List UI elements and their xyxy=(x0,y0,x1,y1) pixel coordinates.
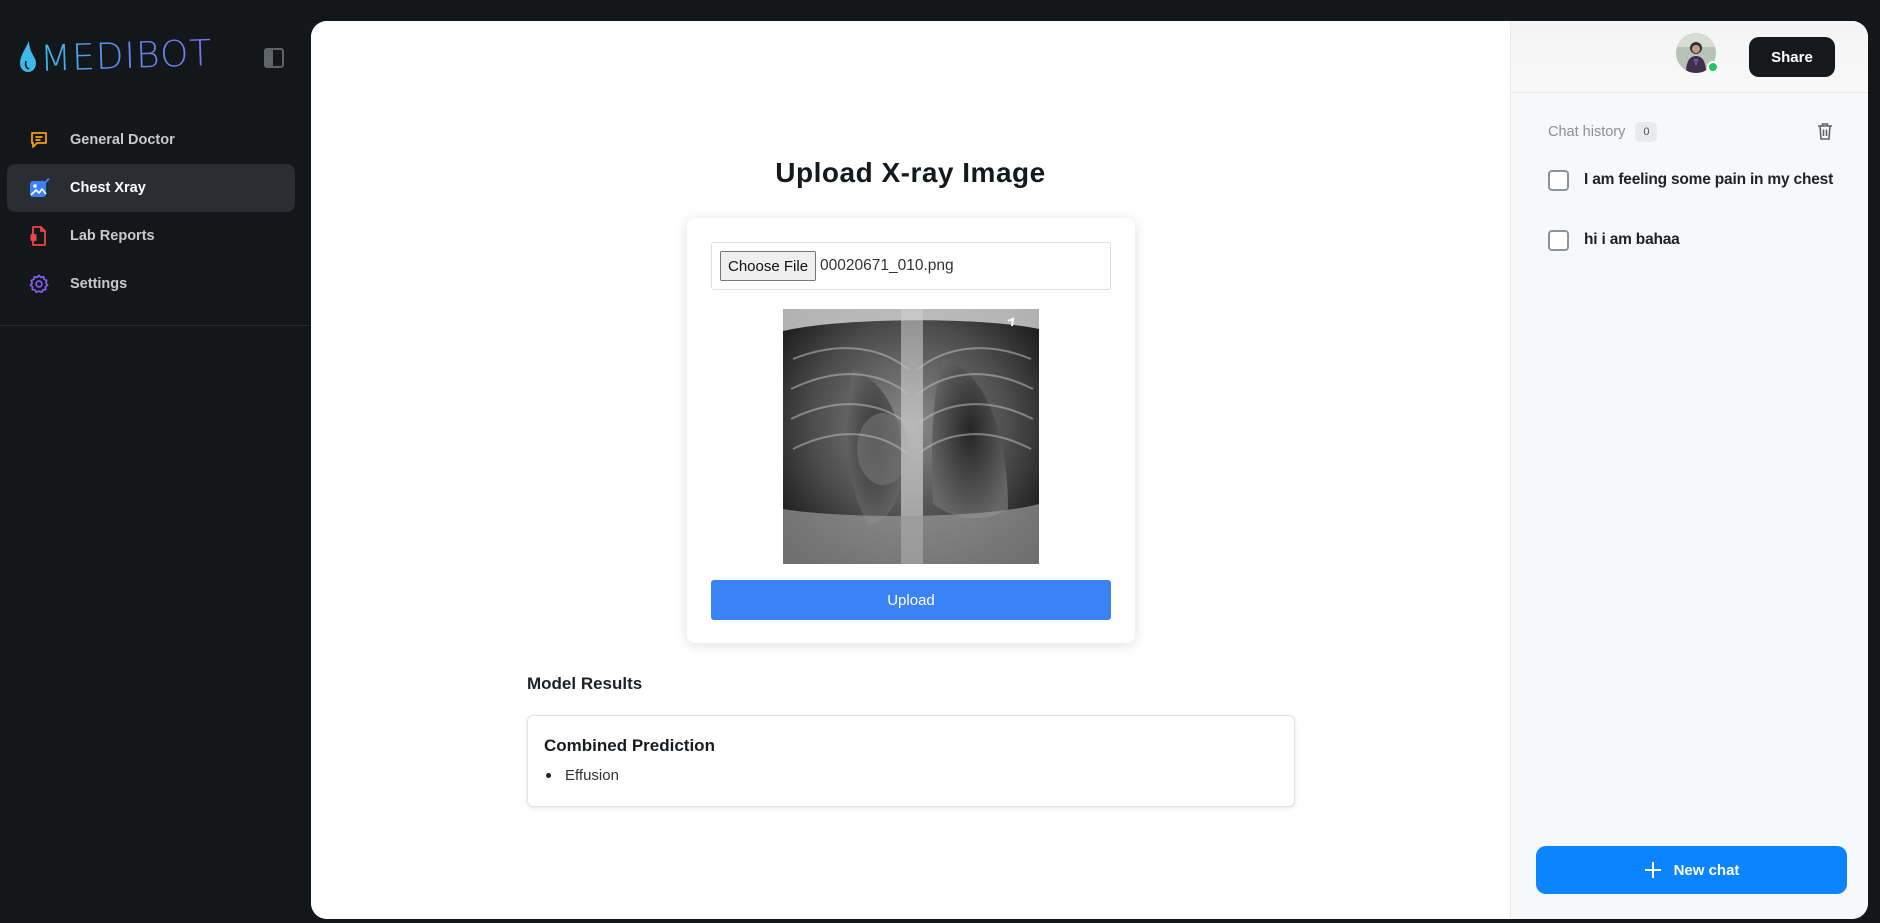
sidebar: MEDIBOT General Doctor Chest Xray Lab Re… xyxy=(0,0,310,923)
sidebar-nav: General Doctor Chest Xray Lab Reports Se… xyxy=(7,116,295,308)
prediction-title: Combined Prediction xyxy=(544,736,715,755)
history-count-badge: 0 xyxy=(1635,122,1658,142)
plus-icon xyxy=(1644,862,1661,878)
chat-history-header: Chat history 0 xyxy=(1548,122,1658,142)
list-item: Effusion xyxy=(544,767,619,784)
selected-file-name: 00020671_010.png xyxy=(820,257,954,274)
sidebar-item-label: Chest Xray xyxy=(70,180,146,196)
online-status-indicator xyxy=(1707,61,1719,73)
sidebar-item-lab-reports[interactable]: Lab Reports xyxy=(7,212,295,260)
results-heading: Model Results xyxy=(527,674,643,693)
sidebar-toggle-icon[interactable] xyxy=(264,48,284,68)
sidebar-item-general-doctor[interactable]: General Doctor xyxy=(7,116,295,164)
history-checkbox[interactable] xyxy=(1548,229,1569,251)
sidebar-item-label: General Doctor xyxy=(70,132,175,148)
sidebar-divider xyxy=(0,325,310,326)
history-item-text: I am feeling some pain in my chest xyxy=(1584,171,1834,188)
new-chat-label: New chat xyxy=(1673,861,1740,879)
prediction-list: Effusion xyxy=(544,767,619,784)
sidebar-item-label: Settings xyxy=(70,276,128,292)
new-chat-button[interactable]: New chat xyxy=(1536,846,1847,894)
sidebar-item-settings[interactable]: Settings xyxy=(7,260,295,308)
share-button[interactable]: Share xyxy=(1749,37,1835,77)
document-icon xyxy=(28,225,50,247)
chat-history-label: Chat history xyxy=(1548,124,1626,140)
xray-content: Upload X-ray Image Choose File 00020671_… xyxy=(311,21,1510,919)
chat-history-panel: Share Chat history 0 I am feeling some p… xyxy=(1510,21,1868,919)
upload-button[interactable]: Upload xyxy=(711,580,1111,620)
main-panel: Upload X-ray Image Choose File 00020671_… xyxy=(311,21,1868,919)
sidebar-item-label: Lab Reports xyxy=(70,228,155,244)
file-input[interactable]: Choose File 00020671_010.png xyxy=(711,242,1111,290)
history-item[interactable]: hi i am bahaa xyxy=(1548,228,1680,252)
app-logo[interactable]: MEDIBOT xyxy=(18,32,214,80)
choose-file-button[interactable]: Choose File xyxy=(720,251,817,281)
sidebar-item-chest-xray[interactable]: Chest Xray xyxy=(7,164,295,212)
xray-preview-image xyxy=(783,309,1039,564)
history-item[interactable]: I am feeling some pain in my chest xyxy=(1548,168,1833,192)
history-item-text: hi i am bahaa xyxy=(1584,231,1680,248)
chat-bubble-icon xyxy=(28,129,50,151)
trash-icon[interactable] xyxy=(1815,121,1835,141)
history-checkbox[interactable] xyxy=(1548,169,1569,191)
results-card: Combined Prediction Effusion xyxy=(527,715,1295,807)
gear-icon xyxy=(28,273,50,295)
upload-card: Choose File 00020671_010.png Upload xyxy=(687,218,1135,643)
logo-text: MEDIBOT xyxy=(39,32,214,80)
water-drop-icon xyxy=(20,41,36,72)
image-check-icon xyxy=(28,177,50,199)
page-title: Upload X-ray Image xyxy=(775,157,1046,188)
